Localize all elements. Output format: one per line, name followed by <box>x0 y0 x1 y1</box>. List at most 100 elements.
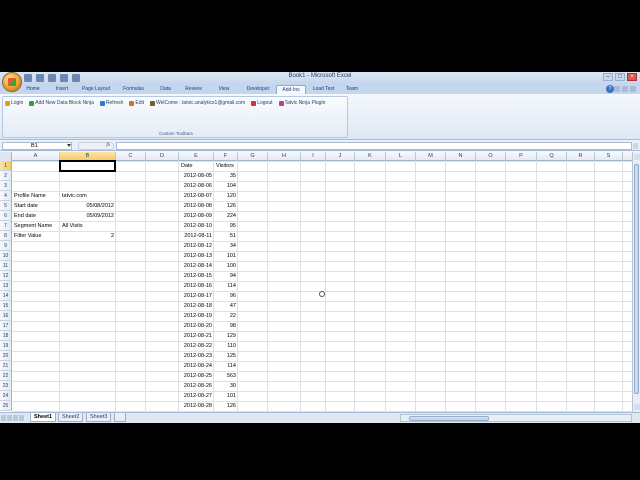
grid-line <box>415 161 416 412</box>
toolbar-item-add[interactable]: Add New Data Block Ninja <box>29 100 94 106</box>
vertical-scrollbar[interactable] <box>632 152 640 412</box>
row-header-4[interactable]: 4 <box>0 191 12 201</box>
insert-function-icon[interactable]: fx <box>106 143 110 148</box>
row-header-17[interactable]: 17 <box>0 321 12 331</box>
tab-view[interactable]: View <box>209 85 239 94</box>
date-cell: 2012-08-13 <box>183 253 212 259</box>
row-header-23[interactable]: 23 <box>0 381 12 391</box>
maximize-button[interactable]: □ <box>615 73 625 81</box>
toolbar-item-tatvic[interactable]: Tatvic Ninja Plugin <box>278 100 325 106</box>
scroll-down-icon[interactable] <box>634 404 640 410</box>
sheet-tab-sheet1[interactable]: Sheet1 <box>30 413 57 422</box>
toolbar-item-edit[interactable]: Edit <box>129 100 144 106</box>
row-header-12[interactable]: 12 <box>0 271 12 281</box>
office-button[interactable] <box>2 72 22 92</box>
visitors-cell: 224 <box>226 213 236 219</box>
column-header-g[interactable]: G <box>238 152 268 161</box>
row-header-19[interactable]: 19 <box>0 341 12 351</box>
column-header-h[interactable]: H <box>268 152 301 161</box>
row-header-10[interactable]: 10 <box>0 251 12 261</box>
sheet-tab-sheet2[interactable]: Sheet2 <box>58 413 84 422</box>
toolbar-item-label: Logout <box>257 100 273 106</box>
row-header-20[interactable]: 20 <box>0 351 12 361</box>
first-sheet-icon[interactable] <box>1 415 6 421</box>
toolbar-item-login[interactable]: Login <box>5 100 23 106</box>
horizontal-scroll-thumb[interactable] <box>409 416 489 421</box>
formula-input[interactable] <box>116 142 632 150</box>
tab-load-test[interactable]: Load Test <box>309 85 338 94</box>
column-header-r[interactable]: R <box>567 152 595 161</box>
tab-team[interactable]: Team <box>342 85 362 94</box>
tab-formulas[interactable]: Formulas <box>118 85 149 94</box>
row-header-3[interactable]: 3 <box>0 181 12 191</box>
row-header-5[interactable]: 5 <box>0 201 12 211</box>
row-header-7[interactable]: 7 <box>0 221 12 231</box>
column-header-m[interactable]: M <box>416 152 446 161</box>
row-header-6[interactable]: 6 <box>0 211 12 221</box>
row-header-13[interactable]: 13 <box>0 281 12 291</box>
row-header-9[interactable]: 9 <box>0 241 12 251</box>
column-header-a[interactable]: A <box>12 152 60 161</box>
tab-insert[interactable]: Insert <box>50 85 74 94</box>
help-icon[interactable]: ? <box>606 85 614 93</box>
name-box[interactable]: B1 <box>2 142 72 150</box>
column-header-q[interactable]: Q <box>537 152 567 161</box>
column-header-c[interactable]: C <box>116 152 146 161</box>
row-header-8[interactable]: 8 <box>0 231 12 241</box>
tab-page-layout[interactable]: Page Layout <box>78 85 114 94</box>
chevron-down-icon[interactable] <box>67 144 71 147</box>
tab-developer[interactable]: Developer <box>243 85 273 94</box>
column-header-l[interactable]: L <box>386 152 416 161</box>
column-header-s[interactable]: S <box>595 152 623 161</box>
row-header-2[interactable]: 2 <box>0 171 12 181</box>
selected-cell[interactable] <box>59 160 116 172</box>
column-header-i[interactable]: I <box>301 152 326 161</box>
column-header-p[interactable]: P <box>506 152 537 161</box>
next-sheet-icon[interactable] <box>13 415 18 421</box>
sheet-tab-sheet3[interactable]: Sheet3 <box>86 413 112 422</box>
column-header-o[interactable]: O <box>476 152 506 161</box>
horizontal-scrollbar[interactable] <box>400 414 632 422</box>
toolbar-item-logout[interactable]: Logout <box>251 100 273 106</box>
column-header-f[interactable]: F <box>214 152 238 161</box>
scroll-up-icon[interactable] <box>634 154 640 160</box>
insert-sheet-icon[interactable] <box>114 413 126 422</box>
tab-data[interactable]: Data <box>153 85 178 94</box>
row-header-16[interactable]: 16 <box>0 311 12 321</box>
cell-value: 05/09/2012 <box>86 213 114 219</box>
select-all-button[interactable] <box>0 152 12 161</box>
close-button[interactable]: × <box>627 73 637 81</box>
logout-icon <box>251 100 257 106</box>
row-header-14[interactable]: 14 <box>0 291 12 301</box>
prev-sheet-icon[interactable] <box>7 415 12 421</box>
row-header-22[interactable]: 22 <box>0 371 12 381</box>
tab-home[interactable]: Home <box>20 85 46 94</box>
expand-formula-bar-button[interactable] <box>633 143 638 149</box>
row-header-24[interactable]: 24 <box>0 391 12 401</box>
column-header-d[interactable]: D <box>146 152 179 161</box>
toolbar-item-welcome[interactable]: WelCome : tatvic.analytics1@gmail.com <box>150 100 245 106</box>
last-sheet-icon[interactable] <box>19 415 24 421</box>
row-header-21[interactable]: 21 <box>0 361 12 371</box>
close-workbook-icon[interactable] <box>630 86 636 92</box>
column-header-k[interactable]: K <box>355 152 386 161</box>
column-header-n[interactable]: N <box>446 152 476 161</box>
row-header-15[interactable]: 15 <box>0 301 12 311</box>
vertical-scroll-thumb[interactable] <box>634 164 639 394</box>
row-header-25[interactable]: 25 <box>0 401 12 411</box>
minimize-ribbon-icon[interactable] <box>614 86 620 92</box>
minimize-button[interactable]: – <box>603 73 613 81</box>
cell-area[interactable]: Profile Name tatvic.com Start date 05/08/20… <box>12 160 632 412</box>
restore-ribbon-icon[interactable] <box>622 86 628 92</box>
worksheet-grid[interactable]: ABCDEFGHIJKLMNOPQRS 1 2 3 4 5 6 7 8 9 10 11 12 13 14 1… <box>0 152 632 412</box>
row-header-18[interactable]: 18 <box>0 331 12 341</box>
tab-review[interactable]: Review <box>182 85 205 94</box>
grid-line <box>622 161 623 412</box>
row-header-11[interactable]: 11 <box>0 261 12 271</box>
tab-add-ins[interactable]: Add-Ins <box>276 85 306 94</box>
row-header-1[interactable]: 1 <box>0 161 12 171</box>
column-header-e[interactable]: E <box>179 152 214 161</box>
column-header-j[interactable]: J <box>326 152 355 161</box>
toolbar-item-refresh[interactable]: Refresh <box>99 100 123 106</box>
date-cell: 2012-08-25 <box>183 373 212 379</box>
